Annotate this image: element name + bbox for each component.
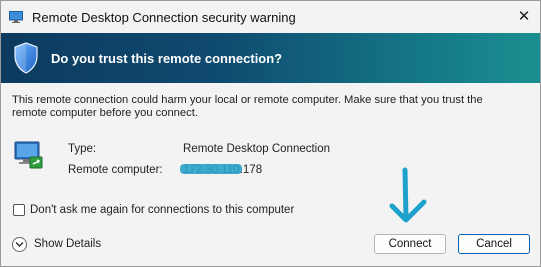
rdp-app-icon [9, 11, 23, 23]
shield-icon [14, 42, 38, 74]
connect-button[interactable]: Connect [374, 234, 446, 254]
dialog-window: Remote Desktop Connection security warni… [0, 0, 541, 267]
chevron-down-icon[interactable] [12, 237, 27, 252]
close-icon: ✕ [517, 8, 531, 25]
redaction-scribble [180, 164, 242, 174]
dont-ask-again-label[interactable]: Don't ask me again for connections to th… [30, 204, 294, 216]
remote-computer-label: Remote computer: [68, 164, 163, 176]
warning-message: This remote connection could harm your l… [12, 94, 483, 119]
banner-heading: Do you trust this remote connection? [51, 51, 283, 66]
remote-computer-icon [14, 141, 43, 169]
title-bar[interactable]: Remote Desktop Connection security warni… [1, 1, 540, 33]
type-value: Remote Desktop Connection [183, 143, 331, 155]
close-button[interactable]: ✕ [507, 1, 541, 33]
cancel-button[interactable]: Cancel [458, 234, 530, 254]
window-title: Remote Desktop Connection security warni… [32, 10, 296, 25]
type-label: Type: [68, 143, 97, 155]
show-details-label[interactable]: Show Details [34, 238, 101, 250]
dont-ask-again-checkbox[interactable] [13, 204, 25, 216]
warning-banner: Do you trust this remote connection? [1, 33, 540, 83]
annotation-arrow-icon [389, 167, 427, 223]
